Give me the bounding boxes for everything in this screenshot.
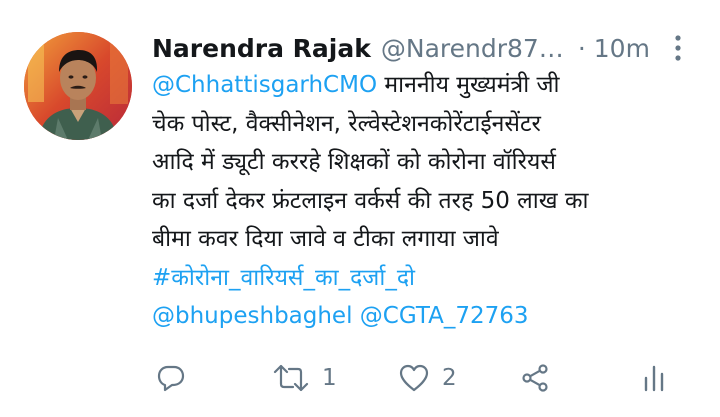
share-icon bbox=[522, 364, 548, 392]
retweet-button[interactable]: 1 bbox=[272, 356, 337, 400]
analytics-icon bbox=[644, 365, 664, 392]
timestamp[interactable]: 10m bbox=[594, 34, 650, 63]
reply-button[interactable] bbox=[156, 356, 186, 400]
avatar[interactable] bbox=[24, 32, 132, 140]
mention-cmo[interactable]: @ChhattisgarhCMO bbox=[152, 72, 377, 98]
like-button[interactable]: 2 bbox=[398, 356, 457, 400]
mention-cgta[interactable]: @CGTA_72763 bbox=[360, 303, 529, 329]
tweet-line-2: चेक पोस्ट, वैक्सीनेशन, रेल्वेस्टेशनकोरें… bbox=[152, 110, 541, 137]
separator-dot: · bbox=[577, 33, 586, 63]
tweet-line-4: का दर्जा देकर फ्रंटलाइन वर्कर्स की तरह 5… bbox=[152, 187, 589, 214]
mention-bhupesh[interactable]: @bhupeshbaghel bbox=[152, 303, 352, 329]
tweet-actions: 1 2 bbox=[152, 356, 692, 400]
reply-icon bbox=[157, 365, 185, 392]
author-handle[interactable]: @Narendr87… bbox=[381, 34, 564, 63]
heart-icon bbox=[399, 364, 429, 392]
analytics-button[interactable] bbox=[642, 356, 666, 400]
tweet-line-1: @ChhattisgarhCMO माननीय मुख्यमंत्री जी bbox=[152, 66, 700, 105]
more-options-icon[interactable] bbox=[668, 34, 688, 62]
tweet-card[interactable]: Narendra Rajak @Narendr87… · 10m @Chhatt… bbox=[0, 0, 720, 417]
share-button[interactable] bbox=[520, 356, 550, 400]
retweet-count: 1 bbox=[322, 365, 337, 391]
avatar-image bbox=[24, 32, 132, 140]
tweet-line-5: बीमा कवर दिया जावे व टीका लगाया जावे bbox=[152, 226, 499, 252]
tweet-body: @ChhattisgarhCMO माननीय मुख्यमंत्री जी च… bbox=[152, 66, 700, 336]
author-name[interactable]: Narendra Rajak bbox=[152, 34, 371, 63]
hashtag-link[interactable]: #कोरोना_वारियर्स_का_दर्जा_दो bbox=[152, 259, 700, 298]
tweet-line-mentions: @bhupeshbaghel @CGTA_72763 bbox=[152, 297, 700, 336]
tweet-line-1-text: माननीय मुख्यमंत्री जी bbox=[377, 72, 560, 98]
tweet-header: Narendra Rajak @Narendr87… · 10m bbox=[152, 28, 702, 68]
like-count: 2 bbox=[442, 365, 457, 391]
tweet-line-3: आदि में ड्यूटी कररहे शिक्षकों को कोरोना … bbox=[152, 149, 556, 175]
retweet-icon bbox=[273, 364, 309, 392]
